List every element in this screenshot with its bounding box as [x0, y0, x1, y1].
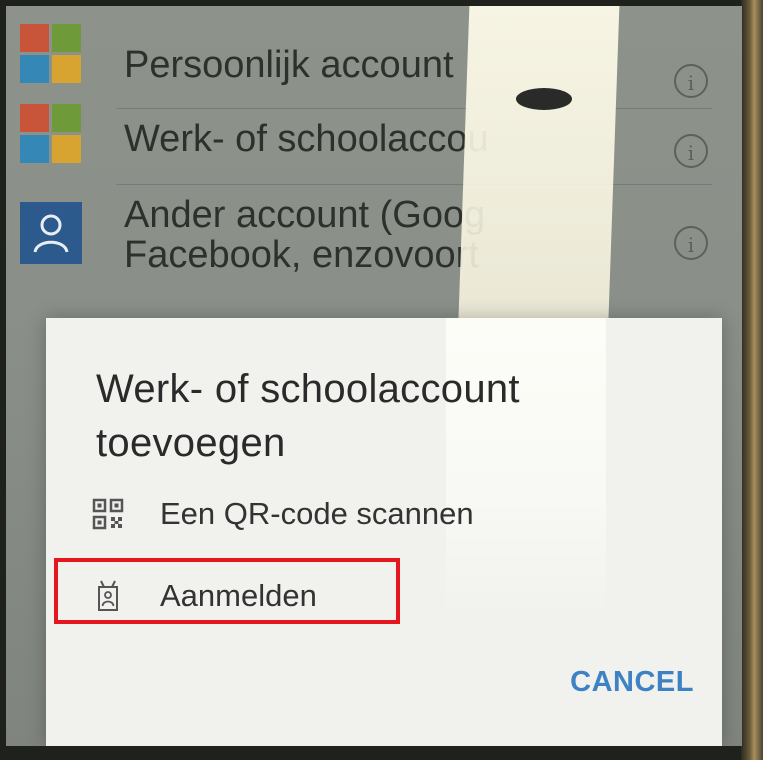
glare-shadow [516, 88, 572, 110]
phone-photo: Persoonlijk account i Werk- of schoolacc… [0, 0, 763, 760]
cancel-button[interactable]: CANCEL [570, 662, 694, 702]
add-work-account-dialog: Werk- of schoolaccount toevoegen Een QR-… [46, 318, 722, 746]
device-edge [741, 0, 763, 760]
qr-code-icon [92, 498, 124, 530]
microsoft-logo-icon [20, 104, 82, 164]
microsoft-logo-icon [20, 24, 82, 84]
account-option-personal[interactable]: Persoonlijk account [124, 44, 454, 86]
scan-qr-code-label: Een QR-code scannen [160, 496, 474, 531]
info-icon[interactable]: i [674, 134, 708, 168]
account-option-other-line2[interactable]: Facebook, enzovoort [124, 234, 479, 276]
account-option-other-line1[interactable]: Ander account (Goog [124, 194, 485, 236]
info-icon[interactable]: i [674, 226, 708, 260]
highlight-annotation [54, 558, 400, 624]
info-icon[interactable]: i [674, 64, 708, 98]
divider [116, 184, 712, 185]
divider [116, 108, 712, 109]
phone-screen: Persoonlijk account i Werk- of schoolacc… [6, 6, 742, 746]
dialog-title: Werk- of schoolaccount toevoegen [96, 367, 520, 465]
account-option-work-school[interactable]: Werk- of schoolaccou [124, 118, 489, 160]
person-icon [20, 202, 82, 264]
